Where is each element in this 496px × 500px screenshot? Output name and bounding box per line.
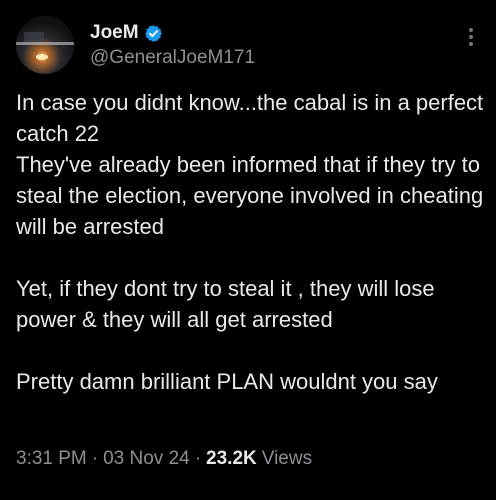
avatar[interactable] [16,16,74,74]
views-count[interactable]: 23.2K [206,448,257,470]
tweet-meta: 3:31 PM · 03 Nov 24 · 23.2K Views [16,448,312,470]
views-label: Views [261,448,313,469]
verified-badge-icon[interactable] [144,24,163,43]
tweet-paragraph-2: Yet, if they dont try to steal it , they… [16,276,435,332]
author-names: JoeM @GeneralJoeM171 [90,22,255,69]
tweet-paragraph-1: In case you didnt know...the cabal is in… [16,90,484,239]
display-name[interactable]: JoeM [90,22,139,44]
author-handle[interactable]: @GeneralJoeM171 [90,47,255,69]
meta-separator: · [91,448,99,469]
more-dot [469,28,473,32]
tweet-header: JoeM @GeneralJoeM171 [16,16,480,76]
more-dot [469,42,473,46]
tweet-paragraph-3: Pretty damn brilliant PLAN wouldnt you s… [16,369,438,394]
more-dot [469,35,473,39]
meta-separator: · [194,448,202,469]
tweet-text: In case you didnt know...the cabal is in… [16,87,484,397]
display-name-row: JoeM [90,22,255,44]
tweet-date[interactable]: 03 Nov 24 [103,448,190,470]
tweet-card: JoeM @GeneralJoeM171 In case you didnt k… [0,0,496,500]
tweet-time[interactable]: 3:31 PM [16,448,87,470]
more-options-icon[interactable] [466,28,476,52]
